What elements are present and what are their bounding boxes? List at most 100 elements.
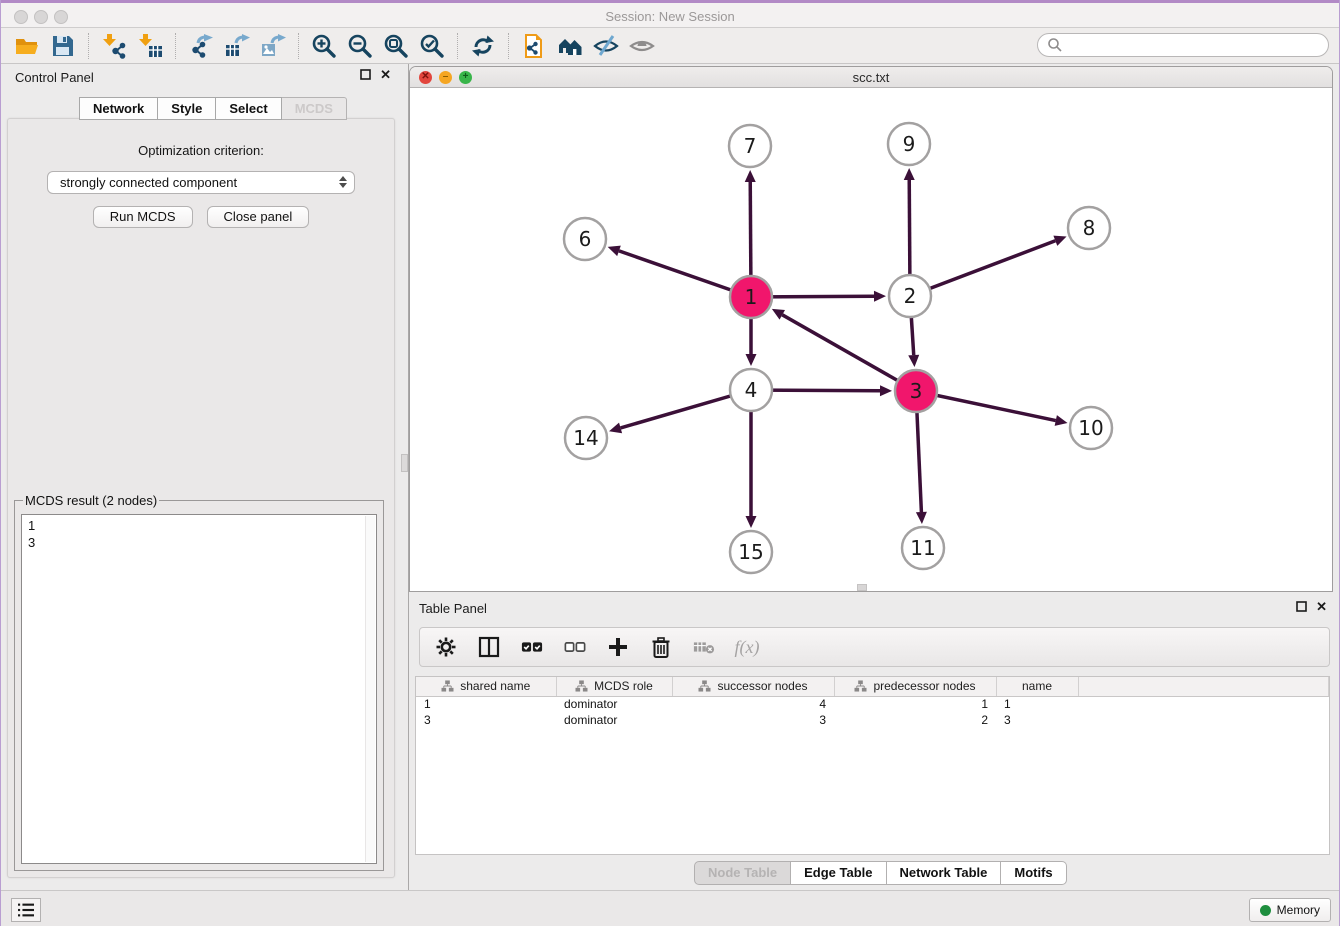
tab-mcds[interactable]: MCDS bbox=[282, 97, 347, 120]
delete-table-button-disabled bbox=[690, 633, 718, 661]
close-table-panel-icon[interactable]: ✕ bbox=[1316, 601, 1327, 612]
mcds-result-lines: 13 bbox=[28, 517, 370, 551]
export-network-button[interactable] bbox=[183, 31, 219, 61]
arrowhead-1-6 bbox=[608, 246, 621, 256]
titlebar: Session: New Session bbox=[1, 0, 1339, 28]
table-cell[interactable]: 2 bbox=[834, 712, 996, 728]
select-all-columns-button[interactable] bbox=[518, 633, 546, 661]
table-toolbar: f(x) bbox=[419, 627, 1330, 667]
gear-icon bbox=[435, 636, 457, 658]
tab-style[interactable]: Style bbox=[158, 97, 216, 120]
zoom-in-button[interactable] bbox=[306, 31, 342, 61]
table-cell[interactable]: dominator bbox=[556, 696, 672, 712]
console-button[interactable] bbox=[11, 898, 41, 922]
zoom-fit-button[interactable] bbox=[378, 31, 414, 61]
table-cell-filler bbox=[1078, 696, 1329, 712]
clone-network-button[interactable] bbox=[516, 31, 552, 61]
network-canvas[interactable]: 7968124314101511 bbox=[410, 88, 1332, 590]
control-panel-header: Control Panel ✕ bbox=[1, 64, 401, 90]
column-header-successor-nodes[interactable]: successor nodes bbox=[672, 677, 834, 696]
export-image-button[interactable] bbox=[255, 31, 291, 61]
zoom-selected-button[interactable] bbox=[414, 31, 450, 61]
column-header-filler bbox=[1078, 677, 1329, 696]
column-header-shared-name[interactable]: shared name bbox=[416, 677, 556, 696]
network-window-titlebar[interactable]: ✕ – + scc.txt bbox=[410, 67, 1332, 88]
application-window: Session: New Session bbox=[1, 0, 1339, 926]
table-cell[interactable]: 1 bbox=[834, 696, 996, 712]
column-label: name bbox=[1022, 679, 1052, 693]
tab-node-table[interactable]: Node Table bbox=[694, 861, 791, 885]
trash-icon bbox=[650, 636, 672, 658]
column-label: MCDS role bbox=[594, 679, 653, 693]
table-row[interactable]: 3dominator323 bbox=[416, 712, 1329, 728]
table-panel-header: Table Panel ✕ bbox=[409, 592, 1339, 622]
criterion-value: strongly connected component bbox=[60, 175, 237, 190]
close-panel-button[interactable]: Close panel bbox=[207, 206, 310, 228]
tab-network-table[interactable]: Network Table bbox=[887, 861, 1002, 885]
table-cell[interactable]: 3 bbox=[672, 712, 834, 728]
tab-motifs[interactable]: Motifs bbox=[1001, 861, 1066, 885]
search-input[interactable] bbox=[1037, 33, 1329, 57]
zoom-fit-icon bbox=[383, 33, 409, 59]
table-settings-button[interactable] bbox=[432, 633, 460, 661]
tab-edge-table[interactable]: Edge Table bbox=[791, 861, 886, 885]
table-cell[interactable]: dominator bbox=[556, 712, 672, 728]
tab-network[interactable]: Network bbox=[79, 97, 158, 120]
table-header-row[interactable]: shared name MCDS role successor nodes prede… bbox=[416, 677, 1329, 696]
unselect-all-columns-button[interactable] bbox=[561, 633, 589, 661]
splitter-handle[interactable] bbox=[401, 454, 408, 472]
network-graph[interactable]: 7968124314101511 bbox=[410, 88, 1332, 590]
mcds-result-list[interactable]: 13 bbox=[21, 514, 377, 864]
float-table-panel-button[interactable] bbox=[1296, 601, 1307, 612]
result-line: 1 bbox=[28, 517, 370, 534]
table-cell[interactable]: 3 bbox=[416, 712, 556, 728]
table-cell[interactable]: 4 bbox=[672, 696, 834, 712]
import-table-button[interactable] bbox=[132, 31, 168, 61]
arrowhead-4-3 bbox=[880, 385, 892, 396]
houses-icon bbox=[557, 33, 583, 59]
optimization-criterion-label: Optimization criterion: bbox=[8, 143, 394, 158]
table-cell[interactable]: 3 bbox=[996, 712, 1078, 728]
float-panel-button[interactable] bbox=[360, 69, 371, 80]
zoom-out-icon bbox=[347, 33, 373, 59]
arrowhead-3-10 bbox=[1055, 415, 1068, 426]
vertical-splitter[interactable] bbox=[401, 64, 409, 890]
run-mcds-button[interactable]: Run MCDS bbox=[93, 206, 193, 228]
column-header-MCDS-role[interactable]: MCDS role bbox=[556, 677, 672, 696]
zoom-out-button[interactable] bbox=[342, 31, 378, 61]
create-column-button[interactable] bbox=[604, 633, 632, 661]
control-panel-title: Control Panel bbox=[15, 70, 94, 85]
column-header-name[interactable]: name bbox=[996, 677, 1078, 696]
column-label: successor nodes bbox=[717, 679, 807, 693]
memory-button[interactable]: Memory bbox=[1249, 898, 1331, 922]
column-header-predecessor-nodes[interactable]: predecessor nodes bbox=[834, 677, 996, 696]
tree-icon bbox=[698, 680, 711, 692]
export-table-button[interactable] bbox=[219, 31, 255, 61]
open-session-button[interactable] bbox=[9, 31, 45, 61]
arrowhead-2-3 bbox=[908, 355, 919, 367]
horizontal-splitter-handle[interactable] bbox=[857, 584, 867, 591]
save-session-button[interactable] bbox=[45, 31, 81, 61]
table-cell[interactable]: 1 bbox=[416, 696, 556, 712]
result-scrollbar[interactable] bbox=[365, 516, 375, 862]
show-all-networks-button[interactable] bbox=[552, 31, 588, 61]
toolbar-separator bbox=[175, 33, 176, 59]
edge-2-8[interactable] bbox=[910, 241, 1055, 296]
show-graphics-details-button[interactable] bbox=[624, 31, 660, 61]
table-cell[interactable]: 1 bbox=[996, 696, 1078, 712]
tab-select[interactable]: Select bbox=[216, 97, 281, 120]
apply-layout-button[interactable] bbox=[465, 31, 501, 61]
edge-3-1[interactable] bbox=[782, 315, 916, 391]
criterion-dropdown[interactable]: strongly connected component bbox=[47, 171, 355, 194]
delete-column-button[interactable] bbox=[647, 633, 675, 661]
table-row[interactable]: 1dominator411 bbox=[416, 696, 1329, 712]
node-table[interactable]: shared name MCDS role successor nodes prede… bbox=[415, 676, 1330, 855]
show-column-panel-button[interactable] bbox=[475, 633, 503, 661]
graph-node-label: 14 bbox=[573, 426, 598, 450]
import-network-button[interactable] bbox=[96, 31, 132, 61]
close-panel-icon[interactable]: ✕ bbox=[380, 69, 391, 80]
open-folder-icon bbox=[14, 33, 40, 59]
hide-graphics-details-button[interactable] bbox=[588, 31, 624, 61]
graph-node-label: 3 bbox=[910, 379, 923, 403]
graph-node-label: 10 bbox=[1078, 416, 1103, 440]
